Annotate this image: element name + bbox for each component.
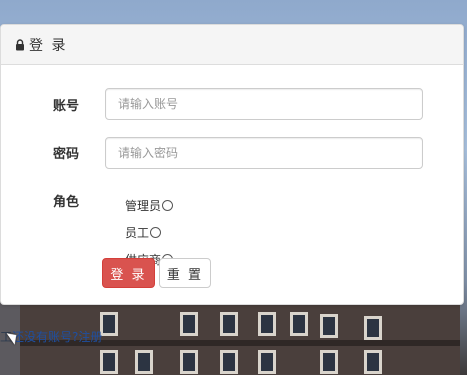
role-option-admin-label: 管理员 xyxy=(125,199,162,213)
login-button[interactable]: 登 录 xyxy=(102,258,155,288)
register-link-text[interactable]: 还没有账号?注册 xyxy=(12,330,102,344)
password-input[interactable] xyxy=(105,137,423,169)
password-label: 密码 xyxy=(53,147,80,162)
reset-button[interactable]: 重 置 xyxy=(159,258,211,288)
role-radio-admin[interactable] xyxy=(162,200,174,211)
role-option-employee[interactable]: 员工 xyxy=(125,224,162,241)
login-panel: 登 录 账号 密码 角色 管理员 员工 供应商 xyxy=(0,24,464,305)
role-option-admin[interactable]: 管理员 xyxy=(125,197,174,214)
panel-title: 登 录 xyxy=(29,37,68,54)
account-input[interactable] xyxy=(105,88,423,120)
role-radio-employee[interactable] xyxy=(150,227,162,238)
account-label: 账号 xyxy=(53,99,80,114)
role-option-employee-label: 员工 xyxy=(125,226,150,240)
page-background: 工还没有账号?注册 登 录 账号 密码 角色 管理员 员工 供应商 xyxy=(0,0,467,375)
panel-heading: 登 录 xyxy=(1,25,463,65)
role-label: 角色 xyxy=(53,195,80,210)
lock-icon xyxy=(16,38,24,50)
